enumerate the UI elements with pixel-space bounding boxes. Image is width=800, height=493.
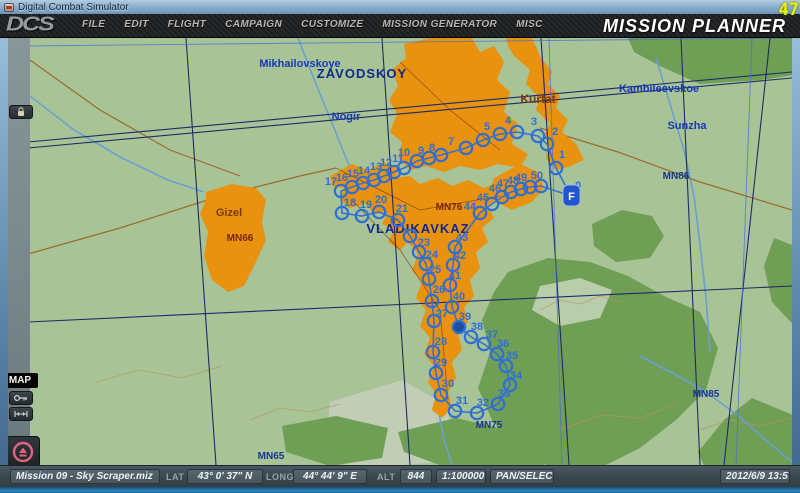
mission-name-field: Mission 09 - Sky Scraper.miz	[10, 469, 160, 484]
map-canvas[interactable]: MikhailovskoyeZAVODSKOYNogirKurtatKambil…	[8, 38, 792, 465]
waypoint-number: 29	[435, 357, 447, 369]
long-label: LONG	[266, 472, 294, 482]
waypoint-number: 33	[498, 388, 510, 400]
main-menu: FILE EDIT FLIGHT CAMPAIGN CUSTOMIZE MISS…	[82, 19, 543, 30]
waypoint-number: 32	[477, 397, 489, 409]
waypoint-number: 2	[552, 126, 558, 138]
map-label: Nogir	[332, 111, 361, 123]
alt-label: ALT	[377, 472, 395, 482]
waypoint-number: 39	[459, 311, 471, 323]
map-label: MN85	[693, 389, 720, 400]
waypoint-number: 49	[515, 172, 527, 184]
waypoint-number: 31	[456, 395, 468, 407]
app-icon	[4, 3, 14, 12]
waypoint-number: 30	[442, 378, 454, 390]
waypoint-number: 34	[510, 370, 523, 382]
map-label: MN75	[476, 420, 503, 431]
status-bar: Mission 09 - Sky Scraper.miz LAT 43° 0' …	[0, 465, 800, 487]
lat-value: 43° 0' 37" N	[187, 469, 263, 484]
waypoint-number: 14	[358, 165, 371, 177]
map-label: Gizel	[216, 207, 242, 219]
exit-button[interactable]	[6, 436, 40, 468]
waypoint-number: 3	[531, 116, 537, 128]
waypoint-number: 5	[484, 121, 490, 133]
waypoint-number: 35	[506, 350, 518, 362]
waypoint-number: 36	[497, 338, 509, 350]
waypoint-number: 45	[477, 192, 489, 204]
waypoint-number: 20	[375, 194, 387, 206]
map-label: ZAVODSKOY	[317, 66, 407, 81]
map-label: MN65	[258, 451, 285, 462]
map-label: MN66	[227, 233, 254, 244]
mission-planner-title: MISSION PLANNER	[603, 16, 786, 37]
waypoint-number: 44	[464, 201, 477, 213]
map-scale-value: 1:100000	[436, 469, 486, 484]
mode-indicator: PAN/SELECT	[490, 469, 554, 484]
waypoint-number: 15	[347, 168, 359, 180]
lat-label: LAT	[166, 472, 184, 482]
window-border-right	[792, 14, 800, 493]
waypoint-number: 23	[418, 237, 430, 249]
waypoint-number: 7	[448, 136, 454, 148]
mission-datetime: 2012/6/9 13:57	[720, 469, 790, 484]
map-label: Sunzha	[667, 120, 707, 132]
waypoint-number: 11	[392, 153, 404, 165]
waypoint-number: 21	[396, 203, 408, 215]
menu-misc[interactable]: MISC	[516, 19, 543, 30]
menu-file[interactable]: FILE	[82, 19, 105, 30]
title-bar: Digital Combat Simulator	[0, 0, 800, 14]
window-title: Digital Combat Simulator	[18, 2, 129, 13]
waypoint-number: 25	[429, 264, 441, 276]
dcs-logo-icon: DCS	[6, 13, 53, 37]
menu-mission-generator[interactable]: MISSION GENERATOR	[382, 19, 497, 30]
menu-bar: DCS FILE EDIT FLIGHT CAMPAIGN CUSTOMIZE …	[0, 14, 800, 38]
alt-value: 844	[400, 469, 432, 484]
waypoint-number: 37	[486, 329, 498, 341]
map-label: MN76	[436, 202, 463, 213]
map-options-button[interactable]	[9, 391, 33, 405]
waypoint-number: 19	[360, 199, 372, 211]
measure-distance-button[interactable]	[9, 407, 33, 421]
key-icon	[13, 394, 29, 402]
lock-view-button[interactable]	[9, 105, 33, 119]
menu-edit[interactable]: EDIT	[124, 19, 148, 30]
waypoint-number: 16	[336, 172, 348, 184]
fps-counter: 47	[779, 0, 799, 20]
waypoint-number: 17	[325, 176, 337, 188]
waypoint-number: 28	[435, 336, 447, 348]
map-area[interactable]: MikhailovskoyeZAVODSKOYNogirKurtatKambil…	[8, 38, 792, 465]
padlock-icon	[16, 107, 26, 117]
menu-customize[interactable]: CUSTOMIZE	[301, 19, 363, 30]
map-label: Kurtat	[520, 92, 555, 106]
menu-flight[interactable]: FLIGHT	[168, 19, 207, 30]
waypoint-number: 18	[344, 197, 356, 209]
start-flag-letter: F	[568, 191, 575, 203]
app-window: Digital Combat Simulator – ▫ ✕ DCS FILE …	[0, 0, 800, 493]
waypoint-number: 43	[456, 232, 468, 244]
window-border-left	[0, 14, 8, 493]
waypoint-number: 1	[559, 149, 565, 161]
waypoint-number: 24	[426, 249, 439, 261]
ruler-icon	[13, 410, 29, 418]
waypoint-number: 40	[453, 291, 465, 303]
map-label: Kambileevskoe	[619, 83, 699, 95]
map-label: VLADIKAVKAZ	[366, 221, 469, 236]
long-value: 44° 44' 9" E	[293, 469, 367, 484]
waypoint-number: 13	[370, 161, 382, 173]
waypoint-number: 4	[505, 115, 512, 127]
menu-campaign[interactable]: CAMPAIGN	[225, 19, 282, 30]
waypoint-number: 38	[471, 321, 483, 333]
window-border-bottom	[0, 487, 800, 493]
eject-icon	[11, 440, 35, 464]
map-label: MN86	[663, 171, 690, 182]
waypoint-number: 50	[531, 170, 543, 182]
